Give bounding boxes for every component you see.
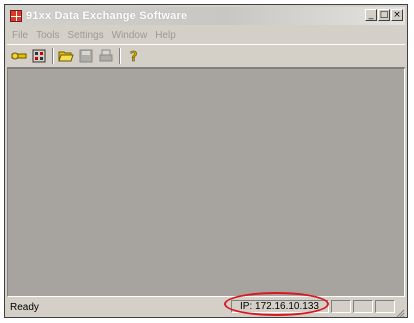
- status-text: Ready: [10, 301, 39, 313]
- connect-button[interactable]: [11, 48, 27, 64]
- status-pane: [353, 300, 373, 313]
- caption-buttons: _ □ ×: [364, 9, 403, 21]
- app-icon[interactable]: [10, 10, 22, 22]
- window-title: 91xx Data Exchange Software: [26, 10, 188, 22]
- menu-file[interactable]: File: [12, 30, 28, 41]
- menu-settings[interactable]: Settings: [67, 30, 103, 41]
- status-pane: [375, 300, 395, 313]
- app-window: 91xx Data Exchange Software _ □ × File T…: [4, 4, 408, 318]
- settings-icon: [32, 49, 46, 63]
- save-button[interactable]: [78, 48, 94, 64]
- toolbar-separator: [52, 48, 54, 64]
- open-folder-icon: [58, 51, 74, 62]
- save-icon: [79, 49, 93, 63]
- svg-text:?: ?: [130, 50, 138, 64]
- help-icon: ?: [130, 50, 138, 64]
- menu-help[interactable]: Help: [155, 30, 176, 41]
- toolbar: ?: [7, 44, 405, 68]
- close-button[interactable]: ×: [391, 9, 403, 21]
- settings-button[interactable]: [31, 48, 47, 64]
- resize-grip[interactable]: [395, 305, 405, 318]
- open-button[interactable]: [58, 48, 74, 64]
- menu-tools[interactable]: Tools: [36, 30, 59, 41]
- print-icon: [99, 49, 113, 62]
- resize-grip-icon: [396, 309, 405, 318]
- print-button[interactable]: [98, 48, 114, 64]
- title-bar[interactable]: 91xx Data Exchange Software _ □ ×: [7, 7, 405, 25]
- minimize-button[interactable]: _: [365, 9, 377, 21]
- mdi-client-area[interactable]: [7, 68, 405, 297]
- connect-icon: [11, 52, 27, 60]
- ip-highlight-oval: [224, 292, 329, 316]
- help-button[interactable]: ?: [125, 48, 141, 64]
- menu-window[interactable]: Window: [112, 30, 148, 41]
- toolbar-separator: [119, 48, 121, 64]
- menu-bar: File Tools Settings Window Help: [7, 27, 405, 43]
- maximize-button[interactable]: □: [378, 9, 390, 21]
- status-pane: [331, 300, 351, 313]
- status-bar: Ready IP: 172.16.10.133: [7, 299, 405, 318]
